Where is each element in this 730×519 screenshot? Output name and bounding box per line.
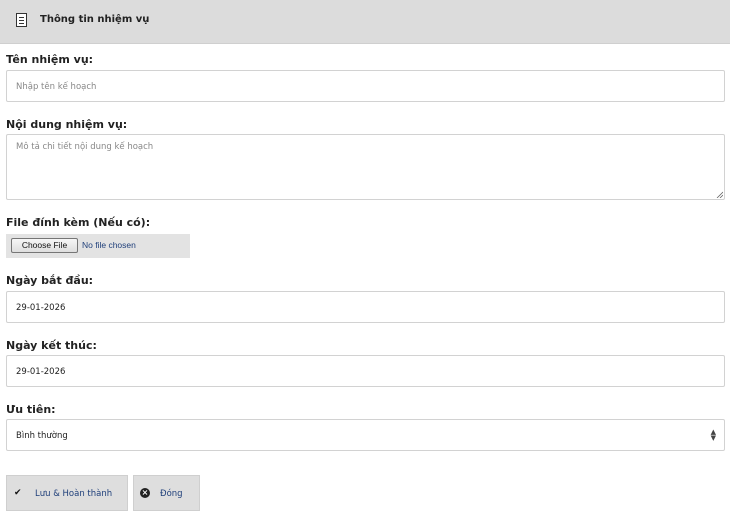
select-arrows-icon: ▲ ▼ (710, 428, 716, 442)
task-content-textarea[interactable]: Mô tả chi tiết nội dung kế hoạch (6, 134, 725, 200)
start-date-label: Ngày bắt đầu: (6, 274, 94, 287)
task-name-label: Tên nhiệm vụ: (6, 53, 94, 66)
task-name-placeholder: Nhập tên kế hoạch (16, 82, 97, 92)
task-content-placeholder: Mô tả chi tiết nội dung kế hoạch (16, 142, 154, 152)
close-circle-icon: × (140, 488, 150, 498)
end-date-value: 29-01-2026 (16, 367, 66, 377)
start-date-value: 29-01-2026 (16, 303, 66, 313)
end-date-input[interactable]: 29-01-2026 (6, 355, 725, 387)
resize-handle-icon[interactable] (716, 191, 723, 198)
close-button[interactable]: × Đóng (133, 475, 200, 511)
panel-header: Thông tin nhiệm vụ (0, 0, 730, 44)
end-date-label: Ngày kết thúc: (6, 339, 97, 352)
attachment-label: File đính kèm (Nếu có): (6, 216, 151, 229)
check-icon: ✔ (14, 488, 22, 498)
file-status: No file chosen (82, 240, 136, 250)
document-icon (16, 13, 27, 27)
choose-file-button[interactable]: Choose File (11, 238, 78, 253)
start-date-input[interactable]: 29-01-2026 (6, 291, 725, 323)
priority-select[interactable]: Bình thường ▲ ▼ (6, 419, 725, 451)
close-label: Đóng (160, 489, 183, 499)
save-complete-button[interactable]: ✔ Lưu & Hoàn thành (6, 475, 128, 511)
panel-title: Thông tin nhiệm vụ (40, 14, 150, 25)
save-complete-label: Lưu & Hoàn thành (35, 489, 113, 499)
priority-label: Ưu tiên: (6, 403, 56, 416)
task-name-input[interactable]: Nhập tên kế hoạch (6, 70, 725, 102)
priority-value: Bình thường (16, 431, 68, 441)
task-content-label: Nội dung nhiệm vụ: (6, 118, 128, 131)
file-input[interactable]: Choose File No file chosen (6, 234, 190, 258)
